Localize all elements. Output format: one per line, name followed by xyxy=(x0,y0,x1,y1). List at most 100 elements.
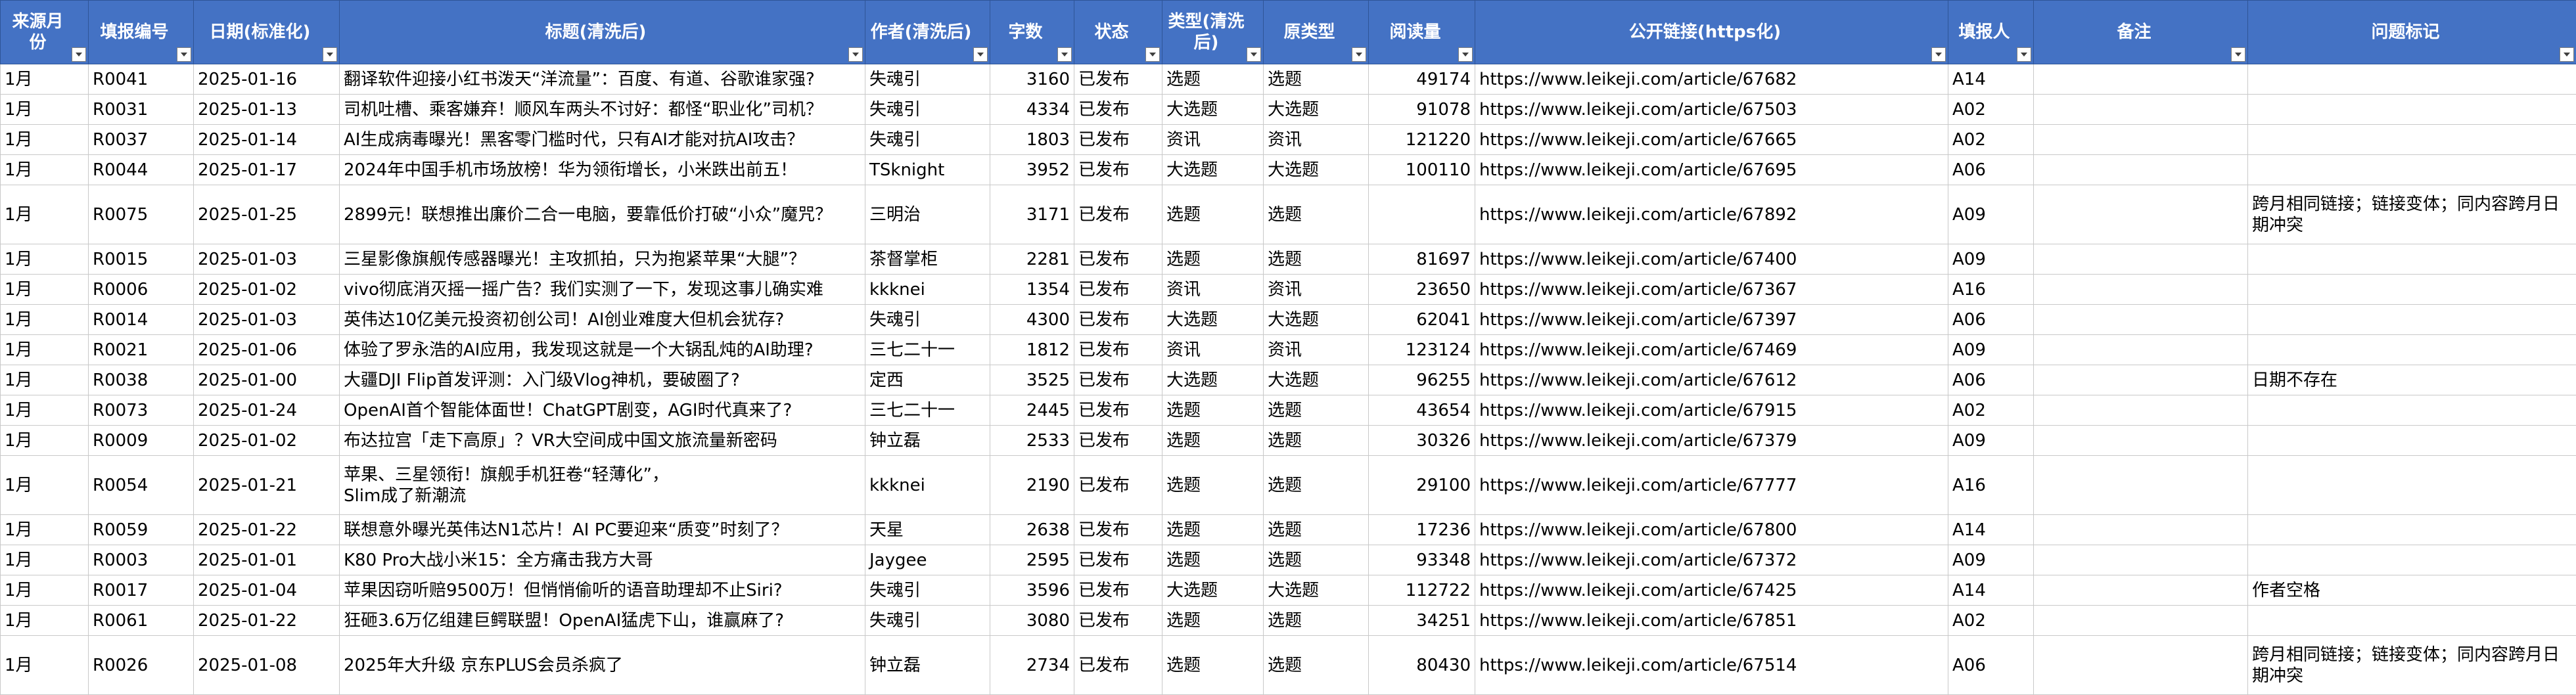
date-cell[interactable]: 2025-01-22 xyxy=(194,515,340,545)
date-cell[interactable]: 2025-01-04 xyxy=(194,575,340,606)
table-row[interactable]: 1月R00442025-01-172024年中国手机市场放榜！华为领衔增长，小米… xyxy=(1,155,2576,185)
report-id-cell[interactable]: R0059 xyxy=(89,515,194,545)
word-count-cell[interactable]: 1803 xyxy=(990,125,1074,155)
filter-dropdown-icon[interactable] xyxy=(2017,47,2031,62)
source-month-cell[interactable]: 1月 xyxy=(1,185,89,244)
table-row[interactable]: 1月R00382025-01-00大疆DJI Flip首发评测：入门级Vlog神… xyxy=(1,365,2576,395)
table-row[interactable]: 1月R00592025-01-22联想意外曝光英伟达N1芯片！AI PC要迎来“… xyxy=(1,515,2576,545)
type-cell[interactable]: 选题 xyxy=(1162,636,1264,695)
author-cell[interactable]: 天星 xyxy=(865,515,990,545)
type-cell[interactable]: 选题 xyxy=(1162,545,1264,575)
issue-cell[interactable] xyxy=(2248,244,2576,275)
status-cell[interactable]: 已发布 xyxy=(1074,575,1162,606)
word-count-cell[interactable]: 2734 xyxy=(990,636,1074,695)
filter-dropdown-icon[interactable] xyxy=(323,47,337,62)
link-cell[interactable]: https://www.leikeji.com/article/67892 xyxy=(1475,185,1948,244)
type-cell[interactable]: 选题 xyxy=(1162,395,1264,426)
filter-dropdown-icon[interactable] xyxy=(2560,47,2574,62)
status-cell[interactable]: 已发布 xyxy=(1074,335,1162,365)
reporter-cell[interactable]: A16 xyxy=(1948,275,2034,305)
title-cell[interactable]: K80 Pro大战小米15：全方痛击我方大哥 xyxy=(340,545,865,575)
notes-cell[interactable] xyxy=(2034,275,2248,305)
title-cell[interactable]: vivo彻底消灭摇一摇广告？我们实测了一下，发现这事儿确实难 xyxy=(340,275,865,305)
reporter-cell[interactable]: A09 xyxy=(1948,335,2034,365)
status-cell[interactable]: 已发布 xyxy=(1074,426,1162,456)
issue-cell[interactable] xyxy=(2248,125,2576,155)
word-count-cell[interactable]: 3160 xyxy=(990,64,1074,95)
date-cell[interactable]: 2025-01-02 xyxy=(194,275,340,305)
status-cell[interactable]: 已发布 xyxy=(1074,305,1162,335)
type-cell[interactable]: 大选题 xyxy=(1162,575,1264,606)
issue-cell[interactable] xyxy=(2248,395,2576,426)
table-row[interactable]: 1月R00142025-01-03英伟达10亿美元投资初创公司！AI创业难度大但… xyxy=(1,305,2576,335)
title-cell[interactable]: 联想意外曝光英伟达N1芯片！AI PC要迎来“质变”时刻了？ xyxy=(340,515,865,545)
filter-dropdown-icon[interactable] xyxy=(1931,47,1946,62)
notes-cell[interactable] xyxy=(2034,244,2248,275)
notes-cell[interactable] xyxy=(2034,636,2248,695)
filter-dropdown-icon[interactable] xyxy=(1057,47,1072,62)
title-cell[interactable]: AI生成病毒曝光！黑客零门槛时代，只有AI才能对抗AI攻击？ xyxy=(340,125,865,155)
orig-type-cell[interactable]: 选题 xyxy=(1264,426,1369,456)
author-cell[interactable]: 茶督掌柜 xyxy=(865,244,990,275)
orig-type-cell[interactable]: 资讯 xyxy=(1264,335,1369,365)
col-views-header[interactable]: 阅读量 xyxy=(1369,1,1475,64)
type-cell[interactable]: 大选题 xyxy=(1162,95,1264,125)
notes-cell[interactable] xyxy=(2034,125,2248,155)
col-type-header[interactable]: 类型(清洗后) xyxy=(1162,1,1264,64)
status-cell[interactable]: 已发布 xyxy=(1074,395,1162,426)
orig-type-cell[interactable]: 大选题 xyxy=(1264,95,1369,125)
status-cell[interactable]: 已发布 xyxy=(1074,636,1162,695)
author-cell[interactable]: 失魂引 xyxy=(865,305,990,335)
notes-cell[interactable] xyxy=(2034,305,2248,335)
link-cell[interactable]: https://www.leikeji.com/article/67400 xyxy=(1475,244,1948,275)
link-cell[interactable]: https://www.leikeji.com/article/67503 xyxy=(1475,95,1948,125)
word-count-cell[interactable]: 3171 xyxy=(990,185,1074,244)
word-count-cell[interactable]: 3525 xyxy=(990,365,1074,395)
filter-dropdown-icon[interactable] xyxy=(177,47,191,62)
notes-cell[interactable] xyxy=(2034,395,2248,426)
reporter-cell[interactable]: A02 xyxy=(1948,606,2034,636)
table-row[interactable]: 1月R00062025-01-02vivo彻底消灭摇一摇广告？我们实测了一下，发… xyxy=(1,275,2576,305)
report-id-cell[interactable]: R0061 xyxy=(89,606,194,636)
source-month-cell[interactable]: 1月 xyxy=(1,244,89,275)
filter-dropdown-icon[interactable] xyxy=(1247,47,1261,62)
type-cell[interactable]: 选题 xyxy=(1162,244,1264,275)
notes-cell[interactable] xyxy=(2034,426,2248,456)
col-issue-header[interactable]: 问题标记 xyxy=(2248,1,2576,64)
issue-cell[interactable]: 作者空格 xyxy=(2248,575,2576,606)
word-count-cell[interactable]: 1812 xyxy=(990,335,1074,365)
col-title-header[interactable]: 标题(清洗后) xyxy=(340,1,865,64)
source-month-cell[interactable]: 1月 xyxy=(1,275,89,305)
reporter-cell[interactable]: A06 xyxy=(1948,155,2034,185)
col-reporter-header[interactable]: 填报人 xyxy=(1948,1,2034,64)
date-cell[interactable]: 2025-01-01 xyxy=(194,545,340,575)
type-cell[interactable]: 大选题 xyxy=(1162,365,1264,395)
filter-dropdown-icon[interactable] xyxy=(72,47,86,62)
link-cell[interactable]: https://www.leikeji.com/article/67915 xyxy=(1475,395,1948,426)
table-row[interactable]: 1月R00612025-01-22狂砸3.6万亿组建巨鳄联盟！OpenAI猛虎下… xyxy=(1,606,2576,636)
reporter-cell[interactable]: A02 xyxy=(1948,95,2034,125)
type-cell[interactable]: 选题 xyxy=(1162,515,1264,545)
status-cell[interactable]: 已发布 xyxy=(1074,606,1162,636)
link-cell[interactable]: https://www.leikeji.com/article/67367 xyxy=(1475,275,1948,305)
reporter-cell[interactable]: A09 xyxy=(1948,426,2034,456)
views-cell[interactable]: 81697 xyxy=(1369,244,1475,275)
status-cell[interactable]: 已发布 xyxy=(1074,275,1162,305)
report-id-cell[interactable]: R0073 xyxy=(89,395,194,426)
table-row[interactable]: 1月R00372025-01-14AI生成病毒曝光！黑客零门槛时代，只有AI才能… xyxy=(1,125,2576,155)
author-cell[interactable]: 钟立磊 xyxy=(865,426,990,456)
word-count-cell[interactable]: 2595 xyxy=(990,545,1074,575)
notes-cell[interactable] xyxy=(2034,515,2248,545)
title-cell[interactable]: 体验了罗永浩的AI应用，我发现这就是一个大锅乱炖的AI助理? xyxy=(340,335,865,365)
title-cell[interactable]: 布达拉宫「走下高原」？VR大空间成中国文旅流量新密码 xyxy=(340,426,865,456)
table-row[interactable]: 1月R00172025-01-04苹果因窃听赔9500万！但悄悄偷听的语音助理却… xyxy=(1,575,2576,606)
word-count-cell[interactable]: 2190 xyxy=(990,456,1074,515)
source-month-cell[interactable]: 1月 xyxy=(1,95,89,125)
word-count-cell[interactable]: 4334 xyxy=(990,95,1074,125)
notes-cell[interactable] xyxy=(2034,64,2248,95)
source-month-cell[interactable]: 1月 xyxy=(1,64,89,95)
author-cell[interactable]: 三七二十一 xyxy=(865,395,990,426)
word-count-cell[interactable]: 1354 xyxy=(990,275,1074,305)
views-cell[interactable]: 17236 xyxy=(1369,515,1475,545)
word-count-cell[interactable]: 3596 xyxy=(990,575,1074,606)
